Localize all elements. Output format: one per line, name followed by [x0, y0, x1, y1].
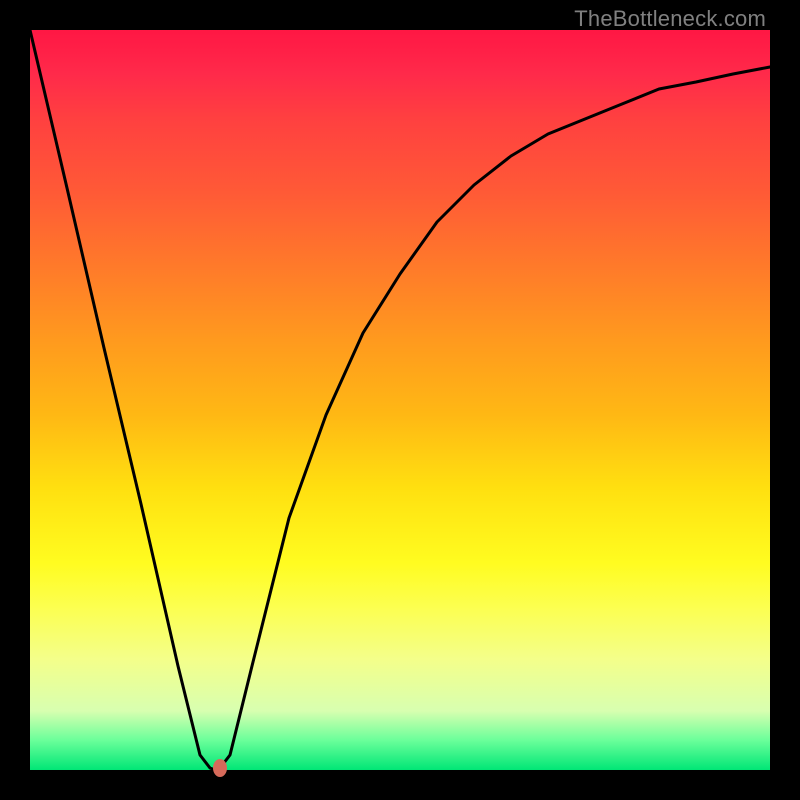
minimum-point-marker — [213, 759, 227, 777]
attribution-text: TheBottleneck.com — [574, 6, 766, 32]
bottleneck-curve — [30, 30, 770, 770]
plot-area — [30, 30, 770, 770]
chart-container: TheBottleneck.com — [0, 0, 800, 800]
curve-path — [30, 30, 770, 770]
